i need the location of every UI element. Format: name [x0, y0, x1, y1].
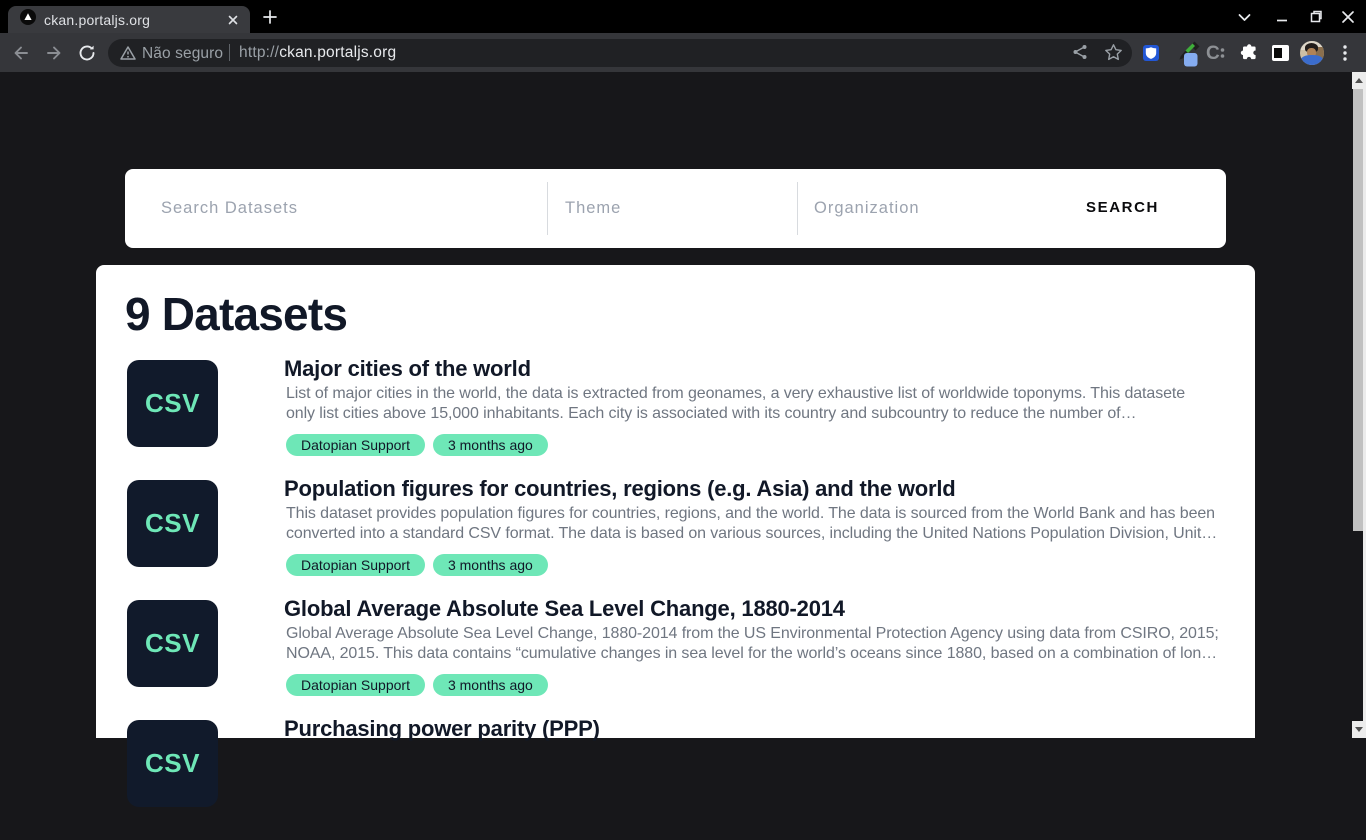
svg-text:C: C — [1206, 44, 1220, 62]
